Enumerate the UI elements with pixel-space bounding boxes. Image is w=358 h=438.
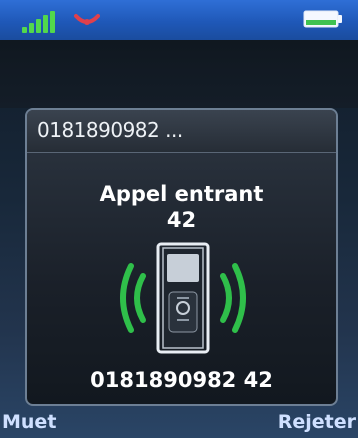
caller-number: 0181890982 42 — [90, 368, 273, 392]
battery-icon — [303, 10, 342, 28]
call-status-text: Appel entrant — [99, 182, 264, 206]
phone-screen: 0181890982 ... Appel entrant 42 01818909… — [0, 0, 358, 438]
incoming-call-panel: 0181890982 ... Appel entrant 42 01818909… — [25, 108, 338, 406]
top-band — [0, 40, 358, 108]
signal-bars-icon — [22, 11, 62, 33]
ringing-phone-icon — [120, 242, 246, 354]
mute-softkey[interactable]: Muet — [2, 411, 56, 433]
call-line-number: 42 — [166, 208, 197, 232]
panel-header: 0181890982 ... — [27, 110, 336, 153]
ringer-icon — [74, 14, 100, 25]
status-bar — [0, 0, 358, 40]
caller-number-header: 0181890982 ... — [37, 118, 183, 142]
reject-softkey[interactable]: Rejeter — [278, 411, 356, 433]
